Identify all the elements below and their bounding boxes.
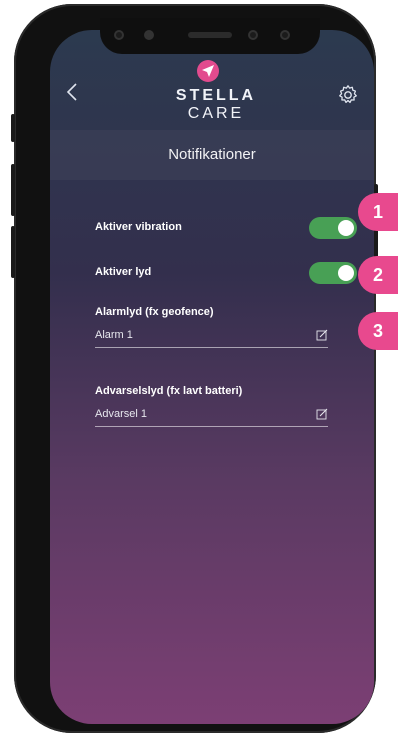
speaker-grille [188, 32, 232, 38]
alarm-sound-value: Alarm 1 [95, 329, 133, 341]
callout-badge-3: 3 [358, 312, 398, 350]
callout-badge-2: 2 [358, 256, 398, 294]
volume-down-button [11, 226, 15, 278]
vibration-toggle[interactable] [309, 217, 357, 239]
mute-switch [11, 114, 15, 142]
back-button[interactable] [66, 82, 86, 106]
vibration-label: Aktiver vibration [95, 221, 182, 233]
notch [100, 18, 320, 54]
alarm-sound-field[interactable]: Alarm 1 [95, 327, 328, 348]
edit-icon[interactable] [316, 408, 328, 420]
alarm-sound-label: Alarmlyd (fx geofence) [95, 306, 214, 318]
phone-frame: STELLA CARE Notifikationer Aktiver vibra… [11, 4, 378, 733]
chevron-left-icon [66, 83, 77, 101]
camera-icon [144, 30, 154, 40]
warning-sound-field[interactable]: Advarsel 1 [95, 406, 328, 427]
volume-up-button [11, 164, 15, 216]
sensor-icon [114, 30, 124, 40]
settings-button[interactable] [337, 84, 359, 106]
title-bar: Notifikationer [50, 130, 374, 180]
page-title: Notifikationer [168, 146, 256, 163]
toggle-knob [338, 265, 354, 281]
sound-label: Aktiver lyd [95, 266, 152, 278]
toggle-knob [338, 220, 354, 236]
front-camera-icon [280, 30, 290, 40]
brand-name-bold: STELLA [175, 87, 257, 104]
warning-sound-value: Advarsel 1 [95, 408, 147, 420]
warning-sound-label: Advarselslyd (fx lavt batteri) [95, 385, 243, 397]
paper-plane-icon [197, 60, 219, 82]
app-screen: STELLA CARE Notifikationer Aktiver vibra… [50, 30, 374, 724]
brand-name-light: CARE [187, 105, 245, 122]
sound-toggle[interactable] [309, 262, 357, 284]
sensor-icon [248, 30, 258, 40]
callout-badge-1: 1 [358, 193, 398, 231]
gear-icon [339, 85, 357, 104]
edit-icon[interactable] [316, 329, 328, 341]
brand-logo-text: STELLA CARE [146, 87, 286, 123]
